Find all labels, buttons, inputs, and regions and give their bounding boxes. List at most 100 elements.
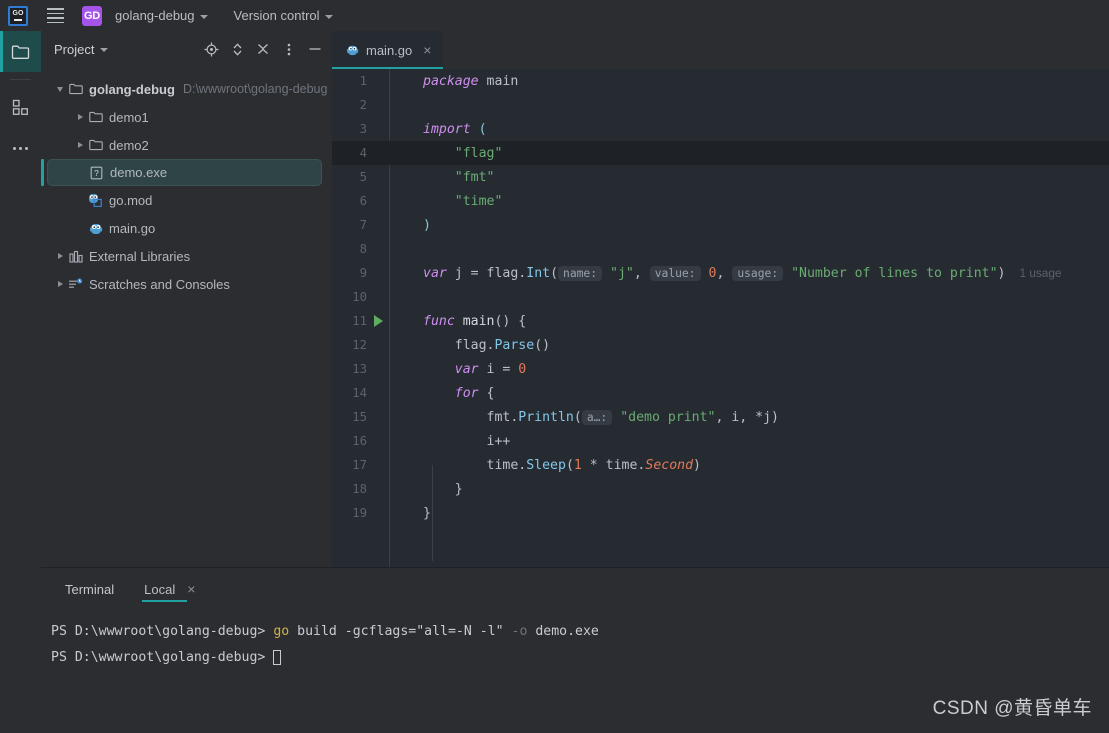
folder-icon	[69, 83, 83, 95]
code-line[interactable]: 16 i++	[332, 429, 1109, 453]
terminal-session-tab-local[interactable]: Local ×	[134, 568, 205, 610]
sidebar-item-structure[interactable]	[0, 87, 41, 128]
folder-icon	[87, 109, 104, 125]
select-opened-file-button[interactable]	[200, 38, 222, 60]
code-line[interactable]: 10	[332, 285, 1109, 309]
goland-window: GO GD golang-debug Version control	[0, 0, 1109, 733]
tree-node-main-go[interactable]: main.go	[41, 214, 332, 242]
terminal-cursor	[273, 650, 281, 665]
folder-icon	[89, 111, 103, 123]
collapse-all-button[interactable]	[252, 38, 274, 60]
run-gutter-button[interactable]	[367, 315, 389, 327]
code-line[interactable]: 4 "flag"	[332, 141, 1109, 165]
tree-node-scratches-and-consoles[interactable]: Scratches and Consoles	[41, 270, 332, 298]
code-line[interactable]: 14 for {	[332, 381, 1109, 405]
code-token: "demo print"	[620, 410, 715, 425]
tree-node-golang-debug[interactable]: golang-debugD:\wwwroot\golang-debug	[41, 75, 332, 103]
code-line[interactable]: 2	[332, 93, 1109, 117]
structure-grid-icon	[12, 99, 29, 116]
tree-node-label: Scratches and Consoles	[89, 277, 230, 292]
expand-all-button[interactable]	[226, 38, 248, 60]
close-icon[interactable]: ×	[187, 582, 195, 596]
tree-node-label: demo2	[109, 138, 149, 153]
code-line[interactable]: 15 fmt.Println(a…: "demo print", i, *j)	[332, 405, 1109, 429]
chevron-right-icon[interactable]	[53, 249, 67, 263]
line-number: 19	[332, 506, 367, 520]
terminal-output[interactable]: PS D:\wwwroot\golang-debug> go build -gc…	[41, 610, 1109, 670]
code-line[interactable]: 19}	[332, 501, 1109, 525]
run-triangle-icon[interactable]	[374, 315, 383, 327]
chevron-down-icon[interactable]	[53, 82, 67, 96]
code-text: package main	[389, 74, 518, 89]
sidebar-item-project[interactable]	[0, 31, 41, 72]
line-number: 8	[332, 242, 367, 256]
tree-node-demo2[interactable]: demo2	[41, 131, 332, 159]
close-icon[interactable]: ×	[423, 43, 431, 57]
tool-window-rail	[0, 31, 41, 733]
version-control-label: Version control	[234, 8, 320, 23]
code-token: }	[423, 506, 431, 521]
code-token	[423, 170, 455, 185]
libraries-icon	[69, 250, 83, 263]
terminal-header: Terminal Local ×	[41, 568, 1109, 610]
tab-label: main.go	[366, 43, 412, 58]
project-view-selector[interactable]: Project	[54, 42, 108, 57]
libraries-icon	[67, 248, 84, 264]
minimize-icon	[307, 42, 323, 56]
parameter-hint-badge: usage:	[732, 266, 783, 281]
project-tree: golang-debugD:\wwwroot\golang-debugdemo1…	[41, 67, 332, 298]
tree-arrow-placeholder	[73, 193, 87, 207]
code-line[interactable]: 6 "time"	[332, 189, 1109, 213]
panel-options-button[interactable]	[278, 38, 300, 60]
code-line[interactable]: 5 "fmt"	[332, 165, 1109, 189]
chevron-right-icon[interactable]	[73, 138, 87, 152]
chevron-down-icon	[325, 15, 333, 19]
sidebar-item-more[interactable]	[0, 128, 41, 169]
go-file-icon	[87, 220, 104, 236]
code-line[interactable]: 9var j = flag.Int(name: "j", value: 0, u…	[332, 261, 1109, 285]
project-name-selector[interactable]: golang-debug	[110, 5, 213, 26]
tab-main-go[interactable]: main.go ×	[332, 31, 443, 69]
code-text: func main() {	[389, 314, 526, 329]
tree-node-external-libraries[interactable]: External Libraries	[41, 242, 332, 270]
code-line[interactable]: 17 time.Sleep(1 * time.Second)	[332, 453, 1109, 477]
code-line[interactable]: 18 }	[332, 477, 1109, 501]
code-token: * time.	[582, 458, 646, 473]
tree-node-path: D:\wwwroot\golang-debug	[183, 82, 328, 96]
code-line[interactable]: 7)	[332, 213, 1109, 237]
tree-node-label: External Libraries	[89, 249, 190, 264]
line-number: 11	[332, 314, 367, 328]
code-line[interactable]: 11 func main() {	[332, 309, 1109, 333]
code-token: 1	[574, 458, 582, 473]
code-token	[423, 386, 455, 401]
chevron-right-icon[interactable]	[73, 110, 87, 124]
terminal-text: -o	[512, 624, 528, 639]
code-token: ,	[634, 266, 650, 281]
tree-node-demo-exe[interactable]: ?demo.exe	[47, 159, 322, 186]
code-text: }	[389, 506, 431, 521]
expand-collapse-icon	[231, 42, 244, 57]
hamburger-menu-icon[interactable]	[42, 3, 68, 29]
code-text: var i = 0	[389, 362, 526, 377]
code-line[interactable]: 12 flag.Parse()	[332, 333, 1109, 357]
code-line[interactable]: 3import (	[332, 117, 1109, 141]
code-token: var	[423, 266, 455, 281]
code-content[interactable]: 1package main23import (4 "flag"5 "fmt"6 …	[332, 69, 1109, 568]
line-number: 15	[332, 410, 367, 424]
line-number: 14	[332, 386, 367, 400]
version-control-selector[interactable]: Version control	[229, 5, 338, 26]
line-number: 17	[332, 458, 367, 472]
code-token: Second	[645, 458, 693, 473]
code-text: "time"	[389, 194, 502, 209]
unknown-file-icon: ?	[88, 165, 105, 181]
tree-node-go-mod[interactable]: go.mod	[41, 186, 332, 214]
tree-node-demo1[interactable]: demo1	[41, 103, 332, 131]
code-line[interactable]: 1package main	[332, 69, 1109, 93]
chevron-right-icon[interactable]	[53, 277, 67, 291]
code-line[interactable]: 13 var i = 0	[332, 357, 1109, 381]
usage-inlay-hint: 1 usage	[1019, 266, 1061, 280]
line-number: 6	[332, 194, 367, 208]
code-line[interactable]: 8	[332, 237, 1109, 261]
hide-panel-button[interactable]	[304, 38, 326, 60]
code-token: "fmt"	[455, 170, 495, 185]
